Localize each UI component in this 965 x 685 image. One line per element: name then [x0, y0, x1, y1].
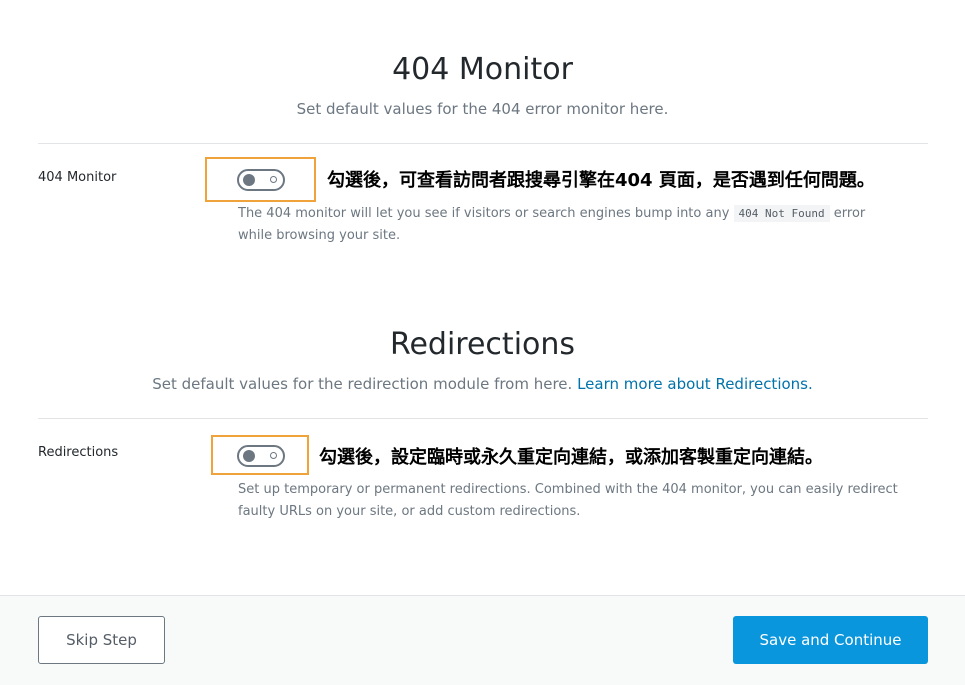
redirections-help-text: Set up temporary or permanent redirectio… [238, 482, 898, 519]
redirections-divider [38, 418, 928, 419]
save-and-continue-button[interactable]: Save and Continue [733, 616, 928, 664]
monitor-divider [38, 143, 928, 144]
monitor-row-label: 404 Monitor [38, 170, 117, 185]
monitor-toggle[interactable] [237, 169, 285, 191]
redirections-subtitle-text: Set default values for the redirection m… [152, 375, 573, 393]
toggle-off-indicator-icon [270, 452, 277, 459]
monitor-help-text: The 404 monitor will let you see if visi… [238, 203, 898, 247]
monitor-help-before: The 404 monitor will let you see if visi… [238, 206, 730, 221]
monitor-section-title: 404 Monitor [392, 52, 573, 87]
learn-more-redirections-link[interactable]: Learn more about Redirections. [577, 375, 813, 393]
monitor-help-code: 404 Not Found [733, 205, 830, 222]
monitor-section-subtitle: Set default values for the 404 error mon… [296, 100, 669, 118]
skip-step-button[interactable]: Skip Step [38, 616, 165, 664]
monitor-annotation: 勾選後，可查看訪問者跟搜尋引擎在404 頁面，是否遇到任何問題。 [327, 170, 875, 191]
redirections-toggle[interactable] [237, 445, 285, 467]
toggle-knob [243, 174, 255, 186]
redirections-section-title: Redirections [389, 327, 576, 362]
redirections-annotation: 勾選後，設定臨時或永久重定向連結，或添加客製重定向連結。 [319, 447, 823, 468]
setup-wizard-page: 404 Monitor Set default values for the 4… [0, 0, 965, 685]
toggle-knob [243, 450, 255, 462]
redirections-row-label: Redirections [38, 445, 119, 460]
redirections-section-subtitle: Set default values for the redirection m… [0, 375, 965, 393]
toggle-off-indicator-icon [270, 176, 277, 183]
